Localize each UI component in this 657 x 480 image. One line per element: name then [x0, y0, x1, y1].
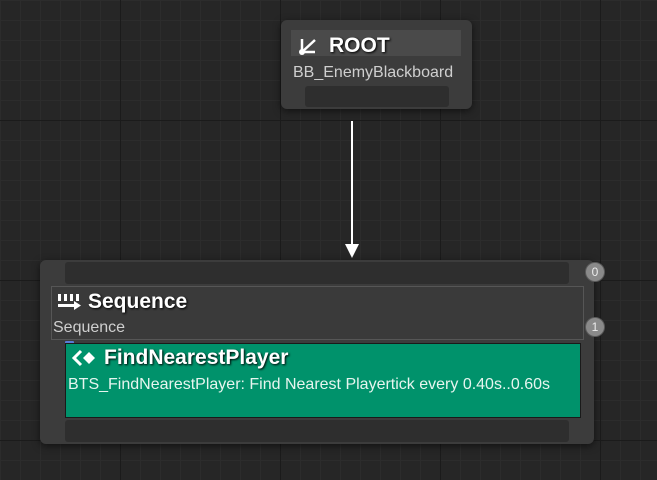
service-icon [70, 347, 98, 369]
sequence-title-row: Sequence [56, 290, 187, 314]
sequence-node[interactable]: Sequence Sequence FindNearestPlayer BTS_… [40, 260, 594, 444]
root-title: ROOT [329, 34, 390, 57]
execution-index-badge-1: 1 [585, 317, 605, 337]
service-description: BTS_FindNearestPlayer: Find Nearest Play… [68, 376, 550, 393]
root-blackboard-label: BB_EnemyBlackboard [293, 64, 454, 81]
root-node[interactable]: ROOT BB_EnemyBlackboard [281, 20, 472, 109]
root-title-row: ROOT [297, 34, 390, 58]
sequence-output-pin[interactable] [65, 420, 569, 442]
execution-index-badge-0: 0 [585, 262, 605, 282]
service-find-nearest-player[interactable]: FindNearestPlayer BTS_FindNearestPlayer:… [65, 343, 581, 418]
sequence-icon [56, 291, 82, 313]
root-output-pin[interactable] [305, 86, 449, 107]
service-title: FindNearestPlayer [104, 346, 289, 369]
sequence-body[interactable]: Sequence Sequence [51, 286, 584, 340]
service-title-row: FindNearestPlayer [70, 346, 288, 370]
sequence-input-pin[interactable] [65, 262, 569, 284]
sequence-subtitle: Sequence [53, 319, 126, 336]
root-icon [297, 35, 319, 57]
sequence-title: Sequence [88, 290, 188, 313]
